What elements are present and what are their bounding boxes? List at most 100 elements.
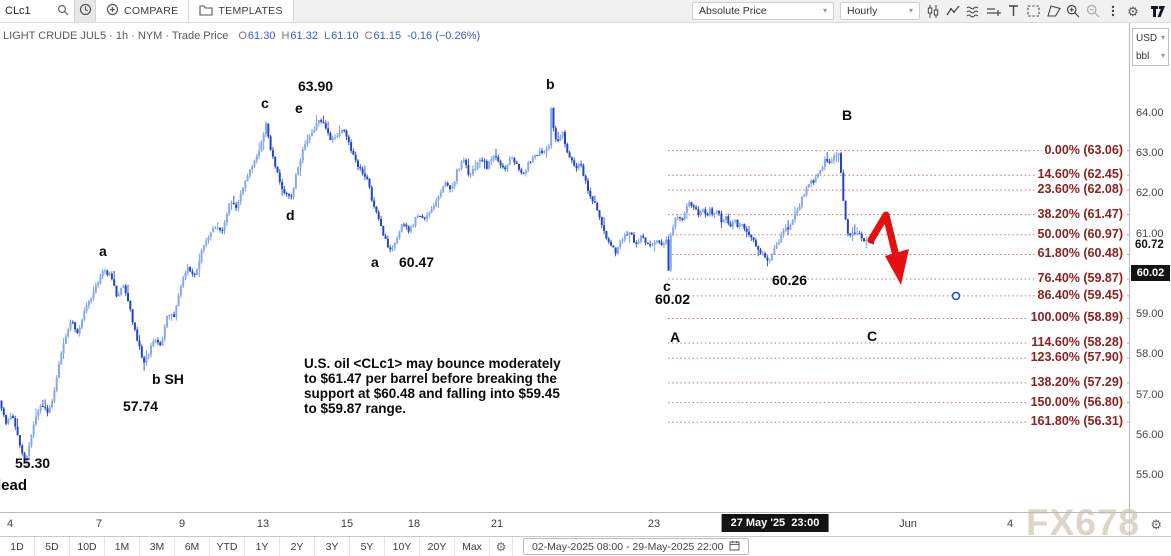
range-button-max[interactable]: Max: [455, 537, 490, 556]
fib-level-label: 50.00% (60.97): [1036, 226, 1125, 243]
compare-overlay-button[interactable]: [983, 0, 1003, 22]
range-button-1d[interactable]: 1D: [0, 537, 35, 556]
candlestick-style-button[interactable]: [923, 0, 943, 22]
polygon-tool-icon: [1046, 4, 1061, 18]
time-tick: 9: [179, 518, 185, 530]
range-button-20y[interactable]: 20Y: [420, 537, 455, 556]
time-tick: 13: [257, 518, 269, 530]
time-axis[interactable]: 27 May '25 23:00 ⚙ 4791315182123Jun4: [0, 512, 1171, 537]
chevron-down-icon: ▾: [1161, 34, 1165, 42]
chart-annotation: a: [99, 244, 107, 259]
analysis-note: U.S. oil <CLc1> may bounce moderatelyto …: [304, 356, 561, 416]
search-icon: [57, 4, 69, 19]
range-button-5y[interactable]: 5Y: [350, 537, 385, 556]
templates-label: TEMPLATES: [218, 5, 282, 17]
price-tick: 56.00: [1136, 429, 1164, 441]
range-button-10d[interactable]: 10D: [70, 537, 105, 556]
chart-annotation: A: [670, 330, 680, 345]
fib-level-label: 150.00% (56.80): [1029, 394, 1125, 411]
chart-annotation: 60.02: [655, 292, 690, 307]
price-tick: 59.00: [1136, 308, 1164, 320]
time-tick: 23: [648, 518, 660, 530]
chart-area[interactable]: LIGHT CRUDE JUL5 · 1h · NYM · Trade Pric…: [0, 22, 1129, 512]
chart-annotation: b SH: [152, 372, 184, 387]
symbol-text: CLc1: [5, 5, 31, 17]
range-button-3m[interactable]: 3M: [140, 537, 175, 556]
fib-level-label: 23.60% (62.08): [1036, 181, 1125, 198]
more-options-icon: [1111, 4, 1115, 18]
range-button-3y[interactable]: 3Y: [315, 537, 350, 556]
folder-icon: [199, 4, 213, 19]
chart-settings-button[interactable]: ⚙: [1123, 0, 1143, 22]
range-buttons: 1D5D10D1M3M6MYTD1Y2Y3Y5Y10Y20YMax: [0, 537, 490, 556]
price-tick: 61.00: [1136, 228, 1164, 240]
fib-level-label: 123.60% (57.90): [1029, 349, 1125, 366]
time-tick: 4: [1007, 518, 1013, 530]
templates-button[interactable]: TEMPLATES: [189, 0, 293, 22]
marquee-select-icon: [1026, 4, 1041, 18]
settings-gear-icon: ⚙: [496, 540, 507, 554]
compare-button[interactable]: COMPARE: [96, 0, 189, 22]
axis-unit-box: USD ▾ bbl ▾: [1132, 28, 1169, 66]
time-tick: 18: [408, 518, 420, 530]
legend-ohlc-values: O61.30H61.32L61.10C61.15: [232, 30, 401, 42]
chevron-down-icon: ▾: [909, 7, 913, 15]
date-range-value: 02-May-2025 08:00 - 29-May-2025 22:00: [532, 541, 723, 553]
zoom-out-icon: [1086, 4, 1100, 18]
fib-level-label: 138.20% (57.29): [1029, 374, 1125, 391]
text-tool-button[interactable]: [1003, 0, 1023, 22]
chart-legend: LIGHT CRUDE JUL5 · 1h · NYM · Trade Pric…: [3, 30, 480, 42]
candlestick-chart-icon: [926, 4, 940, 19]
interval-history-button[interactable]: [75, 0, 96, 22]
fib-level-label: 61.80% (60.48): [1036, 245, 1125, 262]
range-button-10y[interactable]: 10Y: [385, 537, 420, 556]
zoom-out-button[interactable]: [1083, 0, 1103, 22]
symbol-search-input[interactable]: CLc1: [0, 0, 75, 22]
chevron-down-icon: ▾: [1161, 52, 1165, 60]
zoom-in-button[interactable]: [1063, 0, 1083, 22]
fib-level-label: 161.80% (56.31): [1029, 413, 1125, 430]
price-tick: 62.00: [1136, 187, 1164, 199]
range-button-ytd[interactable]: YTD: [210, 537, 245, 556]
fib-level-label: 86.40% (59.45): [1036, 287, 1125, 304]
time-tick: 15: [341, 518, 353, 530]
indicators-button[interactable]: [943, 0, 963, 22]
price-mode-select[interactable]: Absolute Price ▾: [692, 2, 834, 20]
wave-tool-button[interactable]: [963, 0, 983, 22]
axis-corner-divider: [1129, 513, 1130, 537]
axis-settings-gear-icon[interactable]: ⚙: [1150, 517, 1162, 533]
time-tick: 7: [96, 518, 102, 530]
indicators-icon: [946, 4, 961, 18]
polygon-tool-button[interactable]: [1043, 0, 1063, 22]
range-settings-button[interactable]: ⚙: [490, 537, 513, 556]
interval-value: Hourly: [847, 5, 877, 17]
chart-annotation: e: [295, 101, 303, 116]
unit-select[interactable]: bbl ▾: [1133, 47, 1168, 65]
chart-annotation: 63.90: [298, 79, 333, 94]
range-button-1y[interactable]: 1Y: [245, 537, 280, 556]
more-options-button[interactable]: [1103, 0, 1123, 22]
range-button-6m[interactable]: 6M: [175, 537, 210, 556]
range-button-2y[interactable]: 2Y: [280, 537, 315, 556]
zoom-in-icon: [1066, 4, 1080, 18]
crosshair-price-label: 60.02: [1131, 265, 1170, 281]
fib-level-label: 76.40% (59.87): [1036, 270, 1125, 287]
chevron-down-icon: ▾: [823, 7, 827, 15]
tradingview-logo[interactable]: [1143, 0, 1171, 22]
candlestick-chart: [0, 22, 1129, 512]
marquee-select-button[interactable]: [1023, 0, 1043, 22]
date-range-picker[interactable]: 02-May-2025 08:00 - 29-May-2025 22:00: [523, 538, 749, 555]
chart-annotation: c: [261, 96, 269, 111]
price-axis[interactable]: USD ▾ bbl ▾ 60.72 60.02 64.0063.0062.006…: [1129, 22, 1171, 512]
currency-select[interactable]: USD ▾: [1133, 29, 1168, 47]
chart-annotation: d: [286, 208, 295, 223]
price-tick: 58.00: [1136, 348, 1164, 360]
fib-level-label: 0.00% (63.06): [1042, 142, 1125, 159]
price-tick: 55.00: [1136, 469, 1164, 481]
interval-select[interactable]: Hourly ▾: [840, 2, 920, 20]
range-button-1m[interactable]: 1M: [105, 537, 140, 556]
range-button-5d[interactable]: 5D: [35, 537, 70, 556]
time-tick: 4: [7, 518, 13, 530]
fib-level-label: 38.20% (61.47): [1036, 206, 1125, 223]
calendar-icon: [729, 540, 740, 554]
